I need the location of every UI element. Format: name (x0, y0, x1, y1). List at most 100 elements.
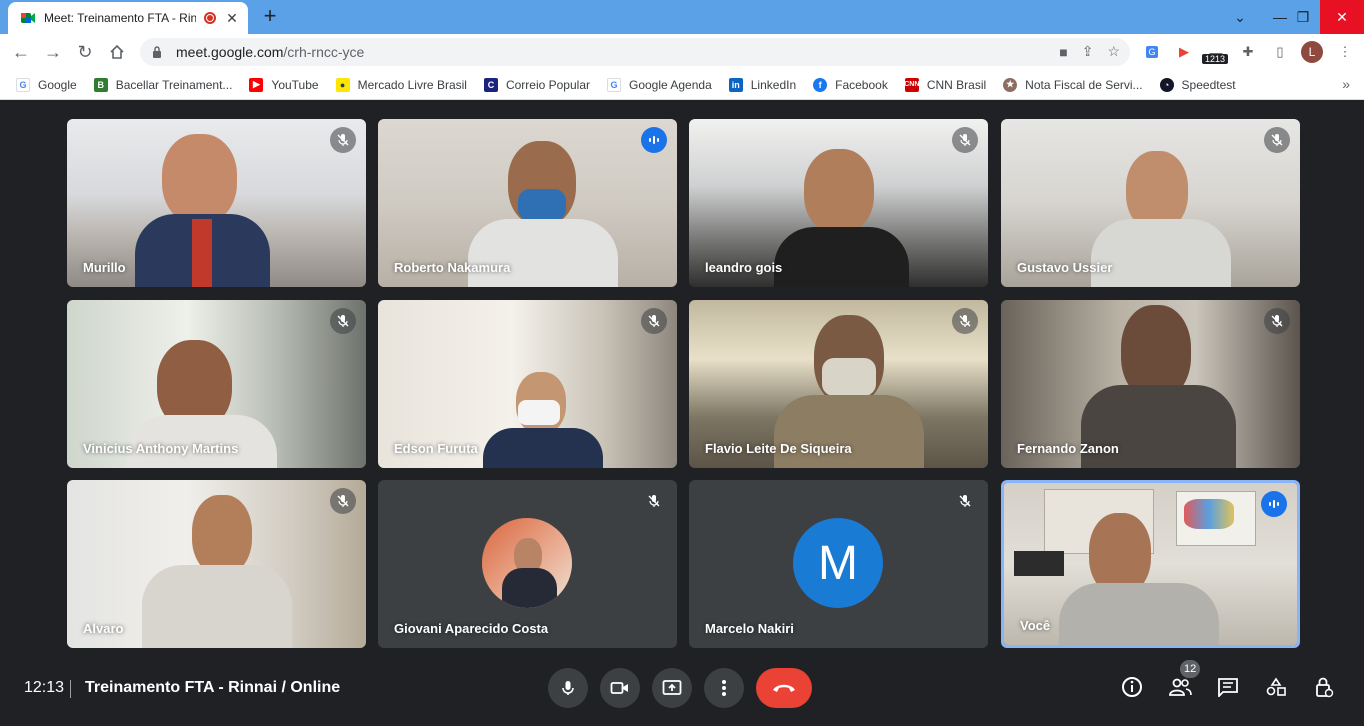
host-controls-button[interactable] (1311, 674, 1337, 700)
mic-muted-icon (952, 308, 978, 334)
microphone-button[interactable] (548, 668, 588, 708)
info-icon (1122, 677, 1142, 697)
participant-tile[interactable]: Gustavo Ussier (1001, 119, 1300, 287)
more-vert-icon (722, 680, 726, 696)
leave-call-button[interactable] (756, 668, 812, 708)
self-view-tile[interactable]: Você (1001, 480, 1300, 648)
url-host: meet.google.com (176, 44, 284, 60)
participant-name: Você (1020, 618, 1051, 633)
close-window-button[interactable]: ✕ (1320, 0, 1364, 34)
participant-name: Flavio Leite De Siqueira (705, 441, 852, 456)
meeting-control-bar: 12:13 Treinamento FTA - Rinnai / Online … (0, 652, 1364, 726)
participant-name: Fernando Zanon (1017, 441, 1119, 456)
extensions-puzzle-icon[interactable]: ✚ (1238, 42, 1258, 62)
bookmark-youtube[interactable]: ▶ YouTube (249, 77, 319, 92)
meeting-clock: 12:13 (24, 679, 65, 696)
chat-icon (1218, 678, 1238, 697)
correio-popular-icon: C (483, 77, 498, 92)
url-path: /crh-rncc-yce (283, 44, 365, 60)
mic-muted-icon (641, 308, 667, 334)
forward-button[interactable]: → (40, 39, 66, 65)
home-button[interactable] (104, 39, 130, 65)
participant-name: Giovani Aparecido Costa (394, 621, 549, 636)
speedtest-icon: ◔ (1159, 77, 1174, 92)
share-icon[interactable]: ⇪ (1082, 43, 1094, 60)
bookmark-speedtest[interactable]: ◔ Speedtest (1159, 77, 1236, 92)
participant-tile[interactable]: Edson Furuta (378, 300, 677, 468)
google-icon: G (607, 77, 621, 92)
present-screen-icon (662, 680, 682, 695)
meeting-details-button[interactable] (1119, 674, 1145, 700)
bookmark-facebook[interactable]: f Facebook (813, 77, 888, 92)
address-bar[interactable]: meet.google.com/crh-rncc-yce ■ ⇪ ☆ (140, 38, 1130, 66)
bookmark-cnn-brasil[interactable]: CNN CNN Brasil (904, 77, 986, 92)
present-screen-button[interactable] (652, 668, 692, 708)
camera-button[interactable] (600, 668, 640, 708)
participant-name: Marcelo Nakiri (705, 621, 794, 636)
bookmark-google-agenda[interactable]: G Google Agenda (607, 77, 712, 92)
bookmark-bacellar[interactable]: B Bacellar Treinament... (93, 77, 232, 92)
hang-up-icon (773, 684, 795, 692)
bookmarks-bar: G Google B Bacellar Treinament... ▶ YouTube… (0, 70, 1364, 100)
participant-tile[interactable]: Fernando Zanon (1001, 300, 1300, 468)
people-button[interactable] (1167, 674, 1193, 700)
mic-muted-icon (952, 488, 978, 514)
bookmark-nota-fiscal[interactable]: ★ Nota Fiscal de Servi... (1003, 77, 1143, 92)
participant-tile[interactable]: Vinicius Anthony Martins (67, 300, 366, 468)
participant-tile[interactable]: Giovani Aparecido Costa (378, 480, 677, 648)
bacellar-icon: B (93, 77, 108, 92)
microphone-icon (562, 681, 574, 695)
activities-button[interactable] (1263, 674, 1289, 700)
participant-tile[interactable]: Flavio Leite De Siqueira (689, 300, 988, 468)
camera-indicator-icon[interactable]: ■ (1059, 44, 1067, 60)
restore-window-button[interactable]: ❐ (1286, 0, 1320, 34)
tab-search-icon[interactable]: ⌄ (1222, 0, 1258, 34)
participant-tile[interactable]: Alvaro (67, 480, 366, 648)
more-bookmarks-icon[interactable]: » (1342, 76, 1350, 92)
browser-tab-strip: Meet: Treinamento FTA - Rin ✕ + ⌄ — ❐ ✕ (0, 0, 1364, 34)
new-tab-button[interactable]: + (258, 5, 282, 27)
participant-tile[interactable]: Roberto Nakamura (378, 119, 677, 287)
mic-muted-icon (330, 308, 356, 334)
people-icon (1169, 678, 1192, 696)
participant-tile[interactable]: Murillo (67, 119, 366, 287)
bookmark-star-icon[interactable]: ☆ (1107, 43, 1120, 60)
meeting-title: Treinamento FTA - Rinnai / Online (85, 679, 341, 696)
mercado-livre-icon: ● (335, 77, 350, 92)
profile-avatar[interactable]: L (1301, 41, 1323, 63)
mic-muted-icon (952, 127, 978, 153)
chat-button[interactable] (1215, 674, 1241, 700)
participant-photo-avatar (482, 518, 572, 608)
cast-extension-icon[interactable]: ▶ (1174, 42, 1194, 62)
divider (70, 680, 71, 698)
facebook-icon: f (813, 77, 828, 92)
participant-name: leandro gois (705, 260, 783, 275)
participant-name: Murillo (83, 260, 126, 275)
youtube-icon: ▶ (249, 77, 264, 92)
reload-button[interactable]: ↻ (72, 39, 98, 65)
browser-menu-icon[interactable]: ⋮ (1335, 42, 1355, 62)
bookmark-linkedin[interactable]: in LinkedIn (728, 77, 796, 92)
google-icon: G (16, 77, 30, 92)
close-tab-icon[interactable]: ✕ (224, 10, 240, 27)
participant-name: Edson Furuta (394, 441, 478, 456)
bookmark-google[interactable]: G Google (16, 77, 77, 92)
recording-indicator-icon (204, 12, 216, 24)
browser-toolbar: ← → ↻ meet.google.com/crh-rncc-yce ■ ⇪ ☆… (0, 34, 1364, 70)
back-button[interactable]: ← (8, 39, 34, 65)
mic-muted-icon (641, 488, 667, 514)
more-options-button[interactable] (704, 668, 744, 708)
cnn-icon: CNN (904, 77, 919, 92)
participant-name: Vinicius Anthony Martins (83, 441, 239, 456)
side-panel-icon[interactable]: ▯ (1270, 42, 1290, 62)
lock-person-icon (1316, 677, 1334, 698)
participant-tile[interactable]: M Marcelo Nakiri (689, 480, 988, 648)
home-icon (110, 44, 124, 59)
google-translate-icon[interactable]: G (1142, 42, 1162, 62)
mic-muted-icon (1264, 127, 1290, 153)
participant-tile[interactable]: leandro gois (689, 119, 988, 287)
bookmark-mercado-livre[interactable]: ● Mercado Livre Brasil (335, 77, 467, 92)
browser-tab-meet[interactable]: Meet: Treinamento FTA - Rin ✕ (8, 2, 248, 34)
participant-letter-avatar: M (793, 518, 883, 608)
bookmark-correio-popular[interactable]: C Correio Popular (483, 77, 590, 92)
